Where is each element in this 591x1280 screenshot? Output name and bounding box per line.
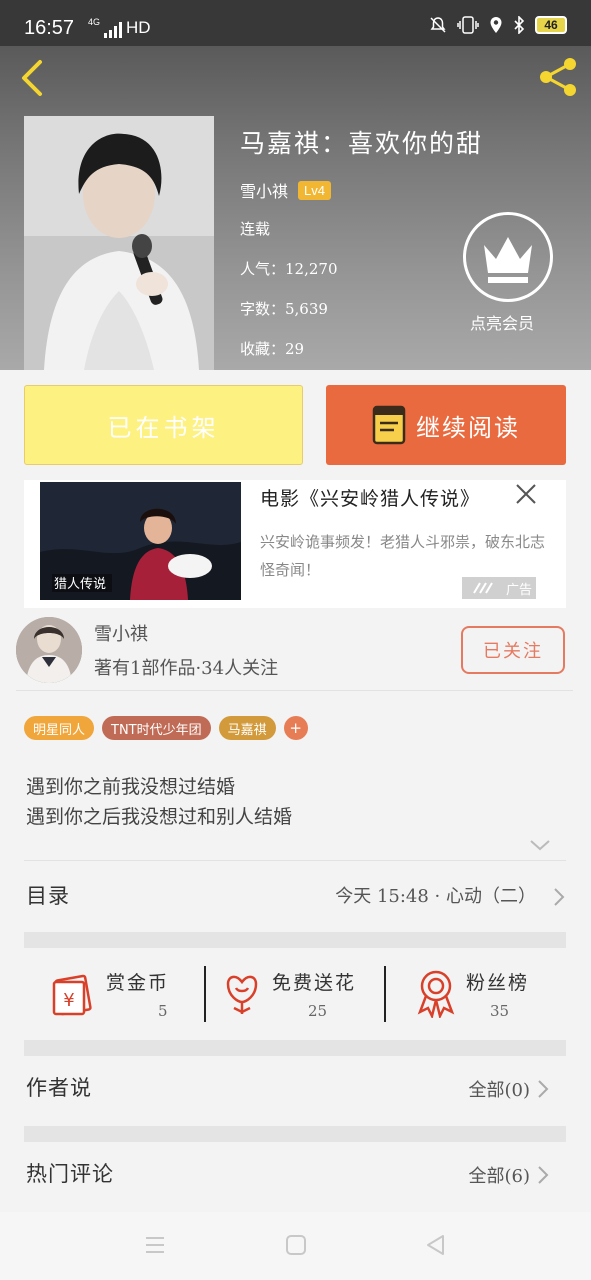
free-flower-title: 免费送花 xyxy=(272,972,357,994)
hot-comments-label: 热门评论 xyxy=(26,1162,114,1186)
tag-item[interactable]: TNT时代少年团 xyxy=(102,716,211,740)
chevron-right-icon xyxy=(538,1080,549,1098)
ad-description: 兴安岭诡事频发！老猎人斗邪祟，破东北志怪奇闻！ xyxy=(260,533,546,579)
tag-item[interactable]: 明星同人 xyxy=(24,716,95,740)
free-flower-stat[interactable]: 免费送花 25 xyxy=(222,958,382,1028)
continue-reading-label: 继续阅读 xyxy=(416,413,520,442)
book-popularity: 人气：12,270 xyxy=(240,260,338,278)
chevron-down-icon[interactable] xyxy=(528,836,552,854)
section-separator xyxy=(24,1126,566,1142)
mute-icon xyxy=(430,17,446,33)
section-separator xyxy=(24,1040,566,1056)
ad-label: 广告 xyxy=(462,577,536,599)
catalog-row[interactable]: 目录 今天 15:48 · 心动（二） xyxy=(24,862,566,930)
book-cover-image[interactable] xyxy=(24,116,214,370)
stat-separator xyxy=(204,966,206,1022)
latest-chapter: 今天 15:48 · 心动（二） xyxy=(335,886,536,907)
svg-text:¥: ¥ xyxy=(63,990,74,1011)
ad-label-text: 广告 xyxy=(505,582,532,598)
synopsis: 遇到你之前我没想过结婚 遇到你之后我没想过和别人结婚 xyxy=(26,772,292,832)
flower-icon xyxy=(226,975,258,1014)
book-favorites: 收藏：29 xyxy=(240,340,305,358)
book-icon xyxy=(372,405,406,445)
hot-comments-row[interactable]: 热门评论 全部(6) xyxy=(24,1144,566,1208)
share-icon[interactable] xyxy=(537,56,579,98)
fan-ranking-value: 35 xyxy=(490,1002,510,1020)
ad-title[interactable]: 电影《兴安岭猎人传说》 xyxy=(260,484,480,511)
network-type: 4G xyxy=(88,17,101,27)
catalog-label: 目录 xyxy=(26,884,70,908)
reward-coin-stat[interactable]: ¥ 赏金币 5 xyxy=(50,958,210,1028)
signal-icon xyxy=(104,22,123,38)
status-bar: 16:57 4G HD 46 xyxy=(0,0,591,46)
in-bookshelf-label: 已在书架 xyxy=(107,413,220,442)
reward-coin-title: 赏金币 xyxy=(106,972,170,994)
book-status: 连载 xyxy=(240,220,271,238)
ad-network-icon xyxy=(473,582,493,594)
book-author-name[interactable]: 雪小祺 xyxy=(240,178,288,202)
stats-row: ¥ 赏金币 5 免费送花 25 粉丝榜 35 xyxy=(24,950,566,1034)
avatar[interactable] xyxy=(16,617,82,683)
author-name[interactable]: 雪小祺 xyxy=(94,620,148,646)
medal-icon xyxy=(417,970,455,1018)
tag-item[interactable]: 马嘉祺 xyxy=(218,716,276,740)
book-author-line: 雪小祺 Lv4 xyxy=(240,178,331,202)
divider xyxy=(16,690,573,691)
back-arrow-icon[interactable] xyxy=(16,58,46,98)
system-nav-bar xyxy=(0,1212,591,1280)
vibrate-icon xyxy=(457,16,479,34)
ad-poster-text: 猎人传说 xyxy=(54,577,106,592)
author-says-label: 作者说 xyxy=(26,1076,92,1100)
free-flower-value: 25 xyxy=(308,1002,328,1020)
back-icon[interactable] xyxy=(424,1233,446,1257)
reward-coin-value: 5 xyxy=(158,1002,168,1020)
stat-separator xyxy=(384,966,386,1022)
divider xyxy=(24,860,566,861)
tag-list: 明星同人 TNT时代少年团 马嘉祺 + xyxy=(24,716,308,740)
chevron-right-icon xyxy=(538,1166,549,1184)
vip-button[interactable] xyxy=(463,212,553,302)
status-icons: 46 xyxy=(429,16,567,34)
home-icon[interactable] xyxy=(285,1234,307,1256)
author-says-row[interactable]: 作者说 全部(0) xyxy=(24,1058,566,1122)
vip-label[interactable]: 点亮会员 xyxy=(470,310,534,334)
section-separator xyxy=(24,932,566,948)
chevron-right-icon xyxy=(554,888,565,906)
synopsis-line: 遇到你之前我没想过结婚 xyxy=(26,776,236,798)
add-tag-button[interactable]: + xyxy=(283,716,308,740)
fan-ranking-stat[interactable]: 粉丝榜 35 xyxy=(416,958,566,1028)
status-time: 16:57 xyxy=(24,17,75,39)
continue-reading-button[interactable]: 继续阅读 xyxy=(326,385,566,465)
hot-comments-count: 全部(6) xyxy=(468,1166,531,1187)
author-level-badge: Lv4 xyxy=(298,180,331,200)
avatar-illustration xyxy=(16,617,82,683)
follow-button[interactable]: 已关注 xyxy=(461,626,565,674)
book-word-count: 字数：5,639 xyxy=(240,300,328,318)
synopsis-line: 遇到你之后我没想过和别人结婚 xyxy=(26,806,293,828)
bluetooth-icon xyxy=(514,16,525,34)
cover-illustration xyxy=(24,116,214,370)
ad-poster-image[interactable]: 猎人传说 xyxy=(40,482,241,600)
follow-label: 已关注 xyxy=(483,641,543,662)
network-indicator: 4G HD xyxy=(88,18,151,38)
network-hd: HD xyxy=(126,18,151,37)
crown-icon xyxy=(484,237,532,283)
author-says-count: 全部(0) xyxy=(468,1080,531,1101)
close-icon[interactable] xyxy=(512,480,540,508)
location-icon xyxy=(490,17,502,33)
battery-icon: 46 xyxy=(535,16,567,34)
author-stats: 著有1部作品·34人关注 xyxy=(94,658,279,679)
fan-ranking-title: 粉丝榜 xyxy=(466,972,530,994)
book-title: 马嘉祺：喜欢你的甜 xyxy=(240,129,484,158)
menu-icon[interactable] xyxy=(144,1234,166,1256)
ad-poster-illustration: 猎人传说 xyxy=(40,482,241,600)
red-envelope-icon: ¥ xyxy=(52,974,92,1016)
in-bookshelf-button[interactable]: 已在书架 xyxy=(24,385,303,465)
